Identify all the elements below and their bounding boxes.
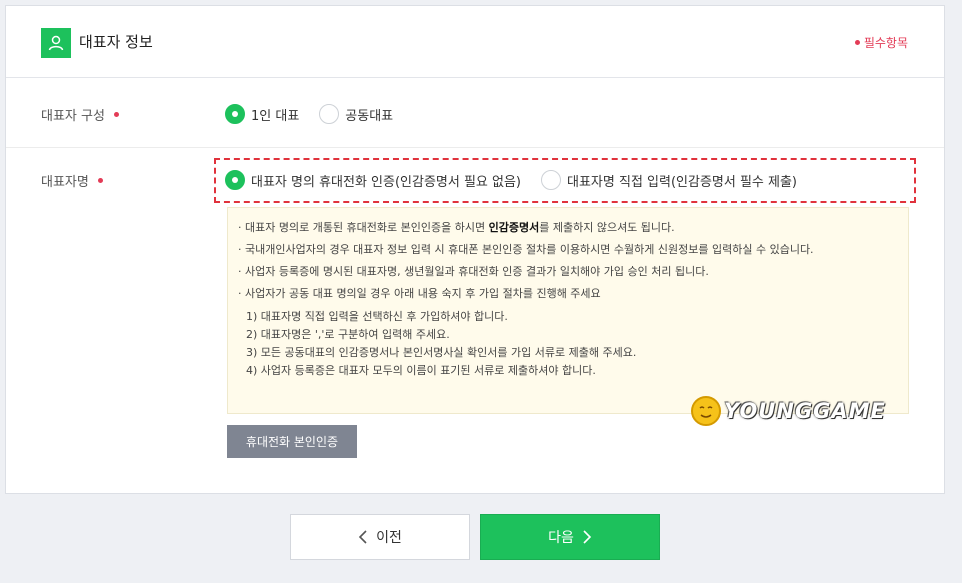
composition-label-text: 대표자 구성 [41,109,105,124]
radio-checked-icon[interactable] [225,104,245,124]
prev-button-label: 이전 [376,530,402,546]
rep-name-label-text: 대표자명 [41,175,89,190]
notice-line: · 사업자가 공동 대표 명의일 경우 아래 내용 숙지 후 가입 절차를 진행… [238,287,601,300]
composition-radio-group: 1인 대표 공동대표 [225,104,413,124]
radio-direct-input[interactable]: 대표자명 직접 입력(인감증명서 필수 제출) [541,170,797,190]
notice-step: 4) 사업자 등록증은 대표자 모두의 이름이 표기된 서류로 제출하셔야 합니… [246,364,596,377]
radio-checked-icon[interactable] [225,170,245,190]
next-button-label: 다음 [548,530,574,546]
notice-text: · 대표자 명의로 개통된 휴대전화로 본인인증을 하시면 [238,221,489,234]
required-dot-icon [113,112,119,117]
notice-line: · 사업자 등록증에 명시된 대표자명, 생년월일과 휴대전화 인증 결과가 일… [238,265,709,278]
notice-line: · 대표자 명의로 개통된 휴대전화로 본인인증을 하시면 인감증명서를 제출하… [238,220,896,236]
notice-box: · 대표자 명의로 개통된 휴대전화로 본인인증을 하시면 인감증명서를 제출하… [227,207,909,414]
chevron-right-icon [583,530,592,544]
notice-step: 2) 대표자명은 ','로 구분하여 입력해 주세요. [246,328,450,341]
notice-bold-text: 인감증명서 [488,221,540,234]
radio-joint-rep[interactable]: 공동대표 [319,104,393,124]
panel-header: 대표자 정보 필수항목 [6,6,944,78]
watermark: YOUNGGAME [691,396,886,426]
notice-step: 1) 대표자명 직접 입력을 선택하신 후 가입하셔야 합니다. [246,310,508,323]
representative-info-panel: 대표자 정보 필수항목 대표자 구성 1인 대표 공동대표 대표자명 대표자 명… [5,5,945,494]
required-dot-icon [854,40,860,45]
radio-unchecked-icon[interactable] [541,170,562,190]
radio-label: 1인 대표 [251,108,300,124]
radio-unchecked-icon[interactable] [319,104,340,124]
notice-line: · 국내개인사업자의 경우 대표자 정보 입력 시 휴대폰 본인인증 절차를 이… [238,243,814,256]
notice-text: 를 제출하지 않으셔도 됩니다. [539,221,675,234]
radio-label: 대표자 명의 휴대전화 인증(인감증명서 필요 없음) [251,174,522,190]
user-icon [41,28,71,58]
next-button[interactable]: 다음 [480,514,660,560]
chevron-left-icon [358,530,367,544]
radio-label: 대표자명 직접 입력(인감증명서 필수 제출) [567,174,798,190]
notice-step: 3) 모든 공동대표의 인감증명서나 본인서명사실 확인서를 가입 서류로 제출… [246,346,637,359]
section-title: 대표자 정보 [79,33,153,51]
required-legend-text: 필수항목 [863,36,908,50]
radio-label: 공동대표 [345,108,394,124]
required-legend: 필수항목 [854,34,908,51]
smiley-face-icon [691,396,721,426]
required-dot-icon [97,178,103,183]
watermark-text: YOUNGGAME [724,399,886,423]
composition-label: 대표자 구성 [41,105,119,124]
row-divider [6,147,944,148]
rep-name-label: 대표자명 [41,171,103,190]
prev-button[interactable]: 이전 [290,514,470,560]
radio-phone-auth[interactable]: 대표자 명의 휴대전화 인증(인감증명서 필요 없음) [225,170,521,190]
rep-name-radio-group: 대표자 명의 휴대전화 인증(인감증명서 필요 없음) 대표자명 직접 입력(인… [225,170,817,190]
radio-single-rep[interactable]: 1인 대표 [225,104,299,124]
phone-verify-button[interactable]: 휴대전화 본인인증 [227,425,357,458]
